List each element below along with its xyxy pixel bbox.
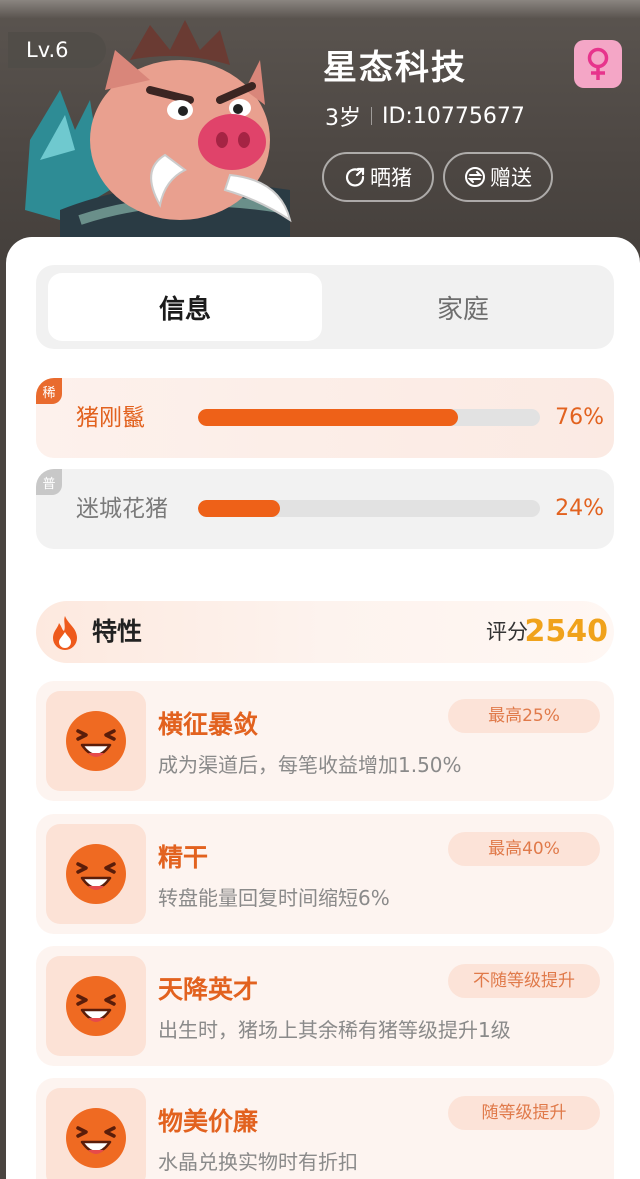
header-top-edge bbox=[0, 0, 640, 18]
level-badge: Lv.6 bbox=[8, 32, 106, 68]
pig-age: 3岁 bbox=[325, 106, 361, 131]
gift-pig-button[interactable]: 赠送 bbox=[443, 152, 553, 202]
tab-family[interactable]: 家庭 bbox=[326, 273, 600, 341]
share-icon bbox=[345, 167, 365, 187]
trait-card[interactable]: 精干 转盘能量回复时间缩短6% 最高40% bbox=[36, 814, 614, 934]
trait-badge: 最高40% bbox=[448, 832, 600, 866]
traits-title: 特性 bbox=[92, 617, 143, 646]
pig-profile-header: Lv.6 星态科技 3岁 ID:10775677 晒猪 赠送 bbox=[0, 0, 640, 260]
score-value: 2540 bbox=[524, 614, 609, 649]
trait-card[interactable]: 天降英才 出生时，猪场上其余稀有猪等级提升1级 不随等级提升 bbox=[36, 946, 614, 1066]
grinning-face-icon bbox=[66, 711, 126, 771]
breed-progress-fill bbox=[198, 500, 281, 517]
breed-progress-track bbox=[198, 409, 540, 426]
breed-percent: 24% bbox=[555, 496, 604, 521]
trait-title: 天降英才 bbox=[158, 975, 259, 1004]
grinning-face-icon bbox=[66, 1108, 126, 1168]
breed-percent: 76% bbox=[555, 405, 604, 430]
gift-label: 赠送 bbox=[490, 166, 532, 190]
trait-description: 水晶兑换实物时有折扣 bbox=[158, 1150, 358, 1174]
pig-name: 星态科技 bbox=[323, 48, 467, 88]
breed-name: 迷城花猪 bbox=[76, 496, 168, 522]
share-pig-button[interactable]: 晒猪 bbox=[322, 152, 434, 202]
trait-badge: 随等级提升 bbox=[448, 1096, 600, 1130]
trait-card[interactable]: 横征暴敛 成为渠道后，每笔收益增加1.50% 最高25% bbox=[36, 681, 614, 801]
traits-header: 特性 评分 2540 bbox=[36, 601, 614, 663]
trait-badge: 不随等级提升 bbox=[448, 964, 600, 998]
transfer-icon bbox=[465, 167, 485, 187]
breed-progress-fill bbox=[198, 409, 458, 426]
trait-title: 精干 bbox=[158, 843, 209, 872]
trait-description: 成为渠道后，每笔收益增加1.50% bbox=[158, 753, 462, 777]
trait-title: 物美价廉 bbox=[158, 1107, 259, 1136]
trait-description: 出生时，猪场上其余稀有猪等级提升1级 bbox=[158, 1018, 511, 1042]
trait-icon-box bbox=[46, 956, 146, 1056]
pig-id: ID:10775677 bbox=[382, 103, 525, 129]
breed-progress-track bbox=[198, 500, 540, 517]
female-icon bbox=[574, 40, 622, 88]
trait-icon-box bbox=[46, 1088, 146, 1179]
pig-detail-sheet: 信息 家庭 稀 猪刚鬣 76% 普 迷城花猪 24% 特性 评分 2540 横征… bbox=[6, 237, 640, 1179]
breed-row-rare: 稀 猪刚鬣 76% bbox=[36, 378, 614, 458]
breed-name: 猪刚鬣 bbox=[76, 405, 145, 431]
trait-icon-box bbox=[46, 691, 146, 791]
common-tag: 普 bbox=[36, 469, 62, 495]
rare-tag: 稀 bbox=[36, 378, 62, 404]
trait-icon-box bbox=[46, 824, 146, 924]
meta-divider bbox=[371, 107, 372, 125]
grinning-face-icon bbox=[66, 976, 126, 1036]
detail-tabs: 信息 家庭 bbox=[36, 265, 614, 349]
breed-row-common: 普 迷城花猪 24% bbox=[36, 469, 614, 549]
tab-info[interactable]: 信息 bbox=[48, 273, 322, 341]
trait-badge: 最高25% bbox=[448, 699, 600, 733]
trait-description: 转盘能量回复时间缩短6% bbox=[158, 886, 390, 910]
score-label: 评分 bbox=[486, 620, 528, 644]
pig-meta: 3岁 ID:10775677 bbox=[325, 100, 525, 132]
trait-card[interactable]: 物美价廉 水晶兑换实物时有折扣 随等级提升 bbox=[36, 1078, 614, 1179]
grinning-face-icon bbox=[66, 844, 126, 904]
flame-icon bbox=[53, 616, 77, 650]
share-label: 晒猪 bbox=[370, 166, 412, 190]
trait-title: 横征暴敛 bbox=[158, 710, 259, 739]
